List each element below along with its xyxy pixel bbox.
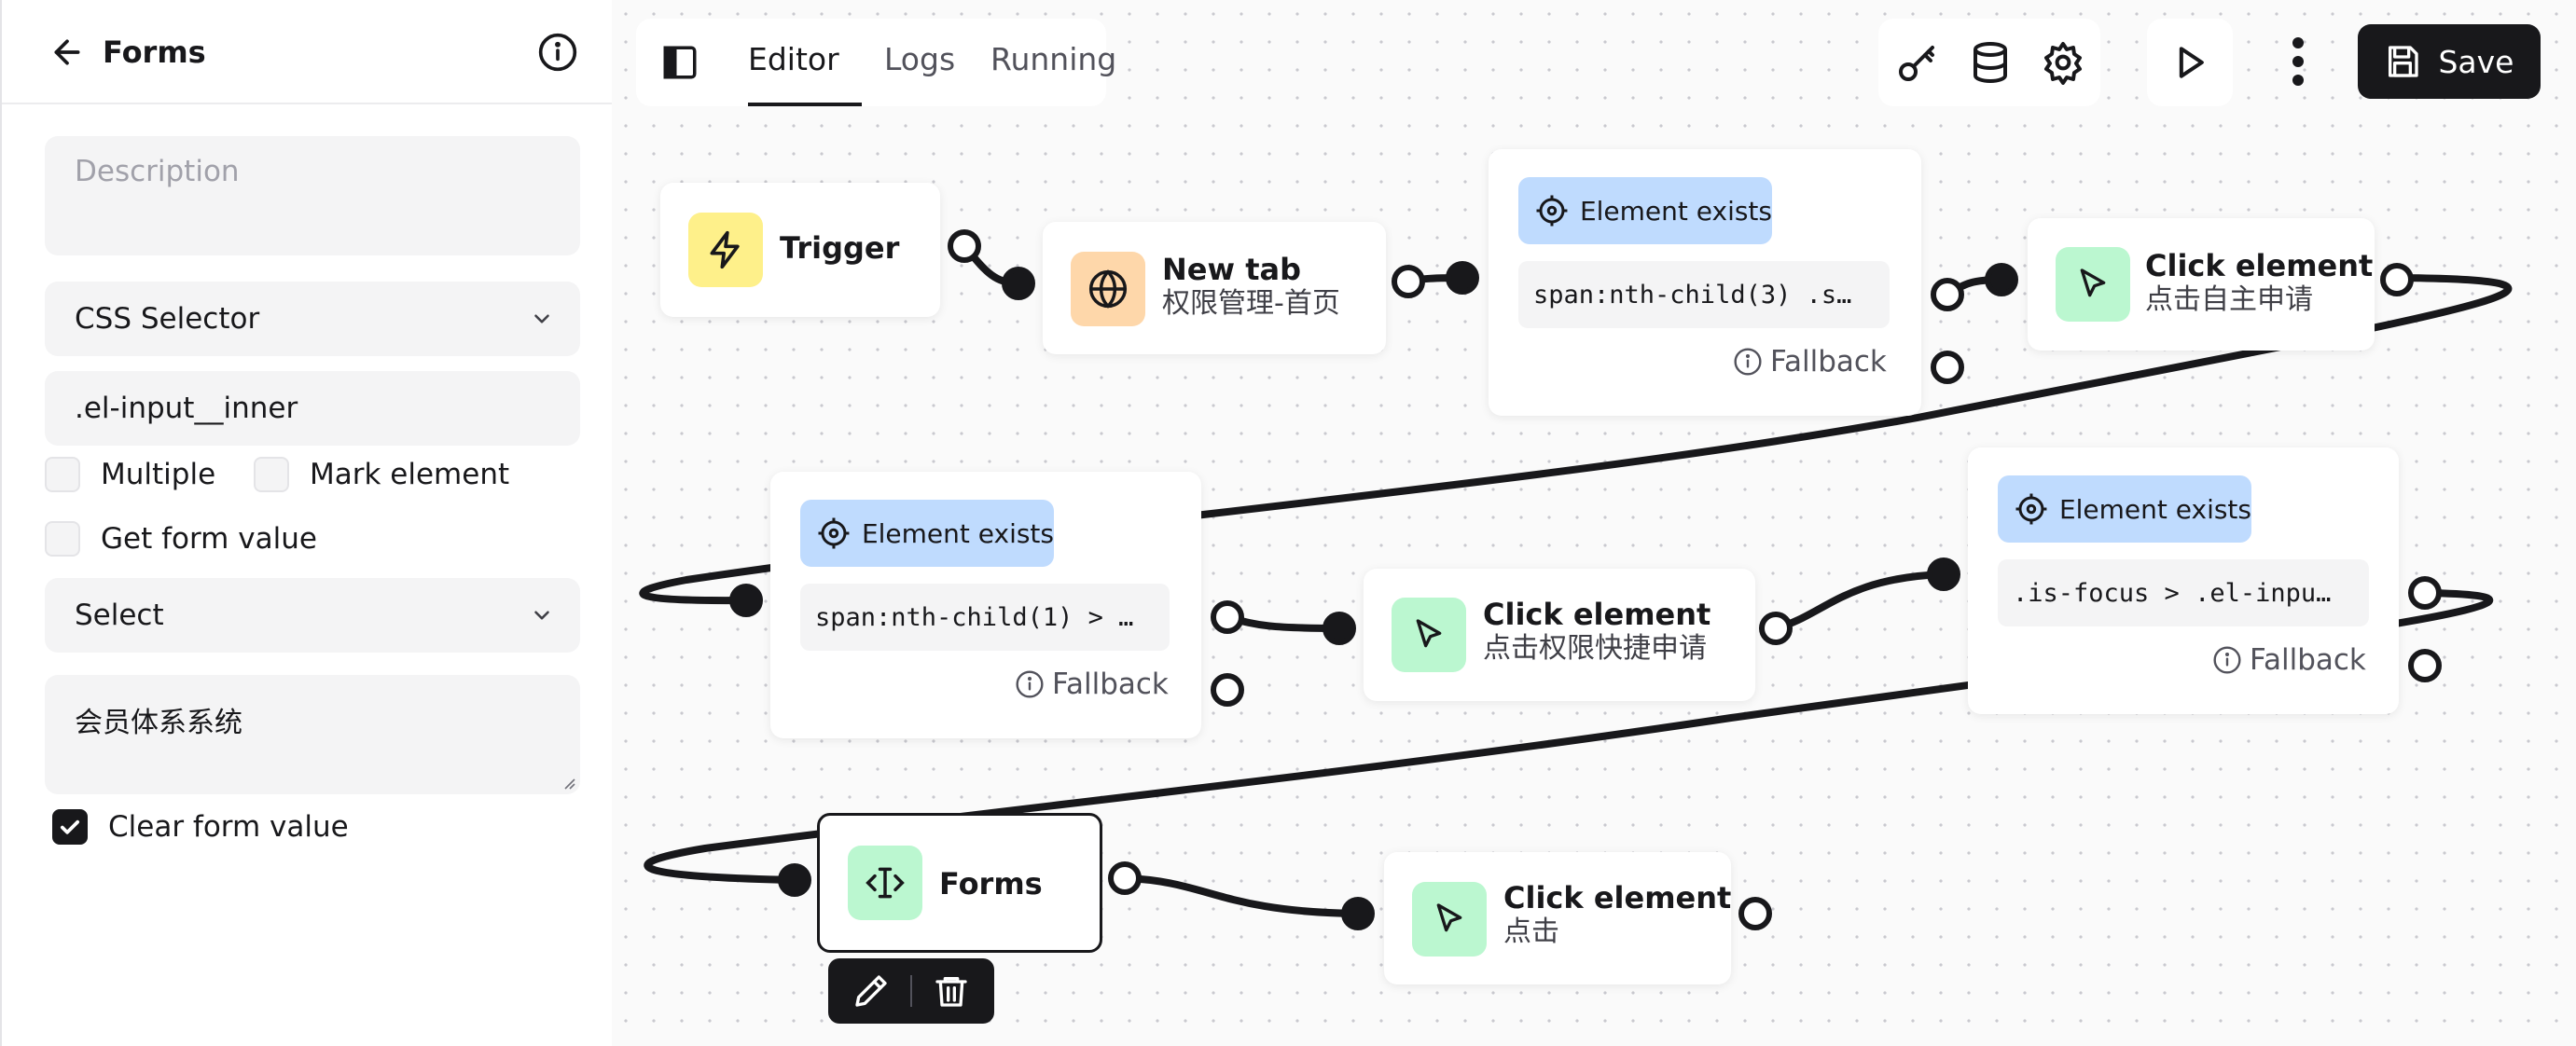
resize-handle-icon[interactable] [560,774,576,791]
get-form-value-label: Get form value [101,522,317,556]
description-placeholder: Description [75,155,240,188]
form-type-value: Select [75,599,164,632]
chevron-down-icon [534,611,549,620]
fallback-handle [1211,673,1244,707]
key-icon[interactable] [1895,40,1940,85]
get-form-value-checkbox-row[interactable]: Get form value [45,521,317,557]
check-icon [60,819,80,834]
mark-element-checkbox[interactable] [254,457,289,492]
clear-form-value-checkbox[interactable] [52,809,88,845]
fallback-handle [1931,351,1964,384]
trash-icon[interactable] [933,972,970,1010]
output-handle [1108,861,1142,895]
sidebar-header: Forms [2,0,612,104]
save-icon [2389,46,2419,77]
output-handle [2408,576,2442,610]
get-form-value-checkbox[interactable] [45,521,80,557]
sidebar-title: Forms [103,34,206,70]
selector-type-value: CSS Selector [75,302,260,336]
clear-form-value-checkbox-row[interactable]: Clear form value [52,809,349,845]
input-handle [1985,263,2018,296]
tab-editor[interactable]: Editor [748,41,839,77]
selector-input[interactable]: .el-input__inner [45,371,580,446]
input-handle [1446,261,1479,295]
input-handle [729,584,763,617]
input-handle [778,863,811,897]
play-icon [2179,47,2204,78]
tab-running[interactable]: Running [990,41,1116,77]
form-type-select[interactable]: Select [45,578,580,653]
value-textarea[interactable]: 会员体系系统 [45,675,580,794]
output-handle [2380,263,2414,296]
output-handle [1738,897,1772,930]
editor-tabbar: Editor Logs Running [636,19,1116,106]
arrow-left-icon[interactable] [48,34,86,71]
sidebar-toggle-icon[interactable] [660,43,699,82]
selector-input-value: .el-input__inner [75,392,298,425]
multiple-checkbox-row[interactable]: Multiple [45,457,215,492]
clear-form-value-label: Clear form value [108,810,349,844]
settings-icon[interactable] [2041,40,2085,85]
multiple-label: Multiple [101,458,216,491]
output-handle [948,229,981,263]
workflow-canvas[interactable]: Trigger New tab 权限管理-首页 Element exists s… [612,0,2576,1046]
save-button[interactable]: Save [2358,24,2541,99]
multiple-checkbox[interactable] [45,457,80,492]
output-handle [1759,612,1793,645]
description-field[interactable]: Description [45,136,580,255]
node-actions-toolbar [828,958,994,1024]
pencil-icon[interactable] [852,972,890,1010]
fallback-handle [2408,649,2442,682]
input-handle [1002,267,1035,300]
output-handle [1211,600,1244,634]
workflow-tools [1878,19,2100,106]
database-icon[interactable] [1968,40,2013,85]
output-handle [1392,265,1425,298]
save-label: Save [2438,43,2514,80]
node-handles [729,229,2442,930]
mark-element-checkbox-row[interactable]: Mark element [254,457,509,492]
input-handle [1323,612,1356,645]
output-handle [1931,278,1964,311]
mark-element-label: Mark element [310,458,510,491]
info-icon[interactable] [537,32,578,73]
more-vertical-icon[interactable] [2289,35,2307,88]
tab-logs[interactable]: Logs [884,41,955,77]
active-tab-indicator [748,103,862,106]
selector-type-select[interactable]: CSS Selector [45,282,580,356]
value-textarea-text: 会员体系系统 [75,707,242,739]
input-handle [1927,557,1960,591]
toolbar-divider [910,975,912,1007]
sidebar: Forms Description CSS Selector .el-input… [0,0,612,1046]
input-handle [1341,897,1375,930]
chevron-down-icon [534,314,549,323]
run-button[interactable] [2147,19,2233,106]
